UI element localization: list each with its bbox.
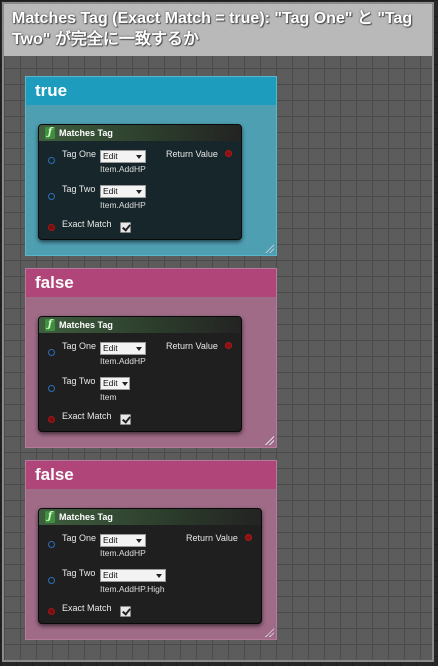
matches-tag-node[interactable]: ƒ Matches Tag Tag One Edit Item.AddHP Re… (38, 508, 262, 624)
comment-header[interactable]: false (26, 461, 276, 489)
tag-one-label: Tag One (62, 149, 97, 159)
resize-grip-icon[interactable] (264, 243, 274, 253)
tag-two-edit-dropdown[interactable]: Edit (100, 377, 130, 390)
node-title: Matches Tag (59, 512, 113, 522)
function-icon: ƒ (45, 511, 55, 523)
exact-match-pin[interactable] (48, 416, 55, 423)
tag-two-value: Item.AddHP (100, 200, 146, 210)
exact-match-checkbox[interactable] (120, 414, 131, 425)
chevron-down-icon (136, 155, 142, 159)
comment-header[interactable]: false (26, 269, 276, 297)
comment-frame-outer[interactable]: Matches Tag (Exact Match = true): "Tag O… (2, 2, 434, 662)
chevron-down-icon (136, 347, 142, 351)
node-title: Matches Tag (59, 320, 113, 330)
exact-match-checkbox[interactable] (120, 606, 131, 617)
matches-tag-node[interactable]: ƒ Matches Tag Tag One Edit Item.AddHP Re… (38, 316, 242, 432)
node-header[interactable]: ƒ Matches Tag (39, 509, 261, 525)
exact-match-label: Exact Match (62, 411, 112, 421)
tag-two-pin[interactable] (48, 385, 55, 392)
exact-match-pin[interactable] (48, 224, 55, 231)
tag-one-value: Item.AddHP (100, 356, 146, 366)
tag-one-edit-dropdown[interactable]: Edit (100, 150, 146, 163)
tag-one-label: Tag One (62, 533, 97, 543)
resize-grip-icon[interactable] (264, 435, 274, 445)
outer-comment-title[interactable]: Matches Tag (Exact Match = true): "Tag O… (4, 4, 432, 56)
exact-match-pin[interactable] (48, 608, 55, 615)
return-value-pin[interactable] (225, 150, 232, 157)
tag-one-value: Item.AddHP (100, 548, 146, 558)
return-value-label: Return Value (186, 533, 238, 543)
tag-two-label: Tag Two (62, 568, 96, 578)
chevron-down-icon (122, 382, 128, 386)
tag-two-label: Tag Two (62, 376, 96, 386)
tag-two-edit-dropdown[interactable]: Edit (100, 185, 146, 198)
tag-one-edit-dropdown[interactable]: Edit (100, 342, 146, 355)
return-value-label: Return Value (166, 341, 218, 351)
function-icon: ƒ (45, 127, 55, 139)
chevron-down-icon (136, 190, 142, 194)
tag-two-edit-dropdown[interactable]: Edit (100, 569, 166, 582)
return-value-label: Return Value (166, 149, 218, 159)
tag-two-value: Item.AddHP.High (100, 584, 165, 594)
chevron-down-icon (136, 539, 142, 543)
tag-one-label: Tag One (62, 341, 97, 351)
tag-one-pin[interactable] (48, 349, 55, 356)
return-value-pin[interactable] (245, 534, 252, 541)
tag-one-value: Item.AddHP (100, 164, 146, 174)
matches-tag-node[interactable]: ƒ Matches Tag Tag One Edit Item.AddHP Re… (38, 124, 242, 240)
resize-grip-icon[interactable] (264, 627, 274, 637)
tag-two-value: Item (100, 392, 117, 402)
tag-two-label: Tag Two (62, 184, 96, 194)
comment-header[interactable]: true (26, 77, 276, 105)
return-value-pin[interactable] (225, 342, 232, 349)
tag-one-pin[interactable] (48, 541, 55, 548)
exact-match-label: Exact Match (62, 603, 112, 613)
node-title: Matches Tag (59, 128, 113, 138)
chevron-down-icon (156, 574, 162, 578)
node-header[interactable]: ƒ Matches Tag (39, 317, 241, 333)
tag-one-edit-dropdown[interactable]: Edit (100, 534, 146, 547)
node-header[interactable]: ƒ Matches Tag (39, 125, 241, 141)
tag-two-pin[interactable] (48, 577, 55, 584)
exact-match-checkbox[interactable] (120, 222, 131, 233)
function-icon: ƒ (45, 319, 55, 331)
tag-one-pin[interactable] (48, 157, 55, 164)
exact-match-label: Exact Match (62, 219, 112, 229)
tag-two-pin[interactable] (48, 193, 55, 200)
